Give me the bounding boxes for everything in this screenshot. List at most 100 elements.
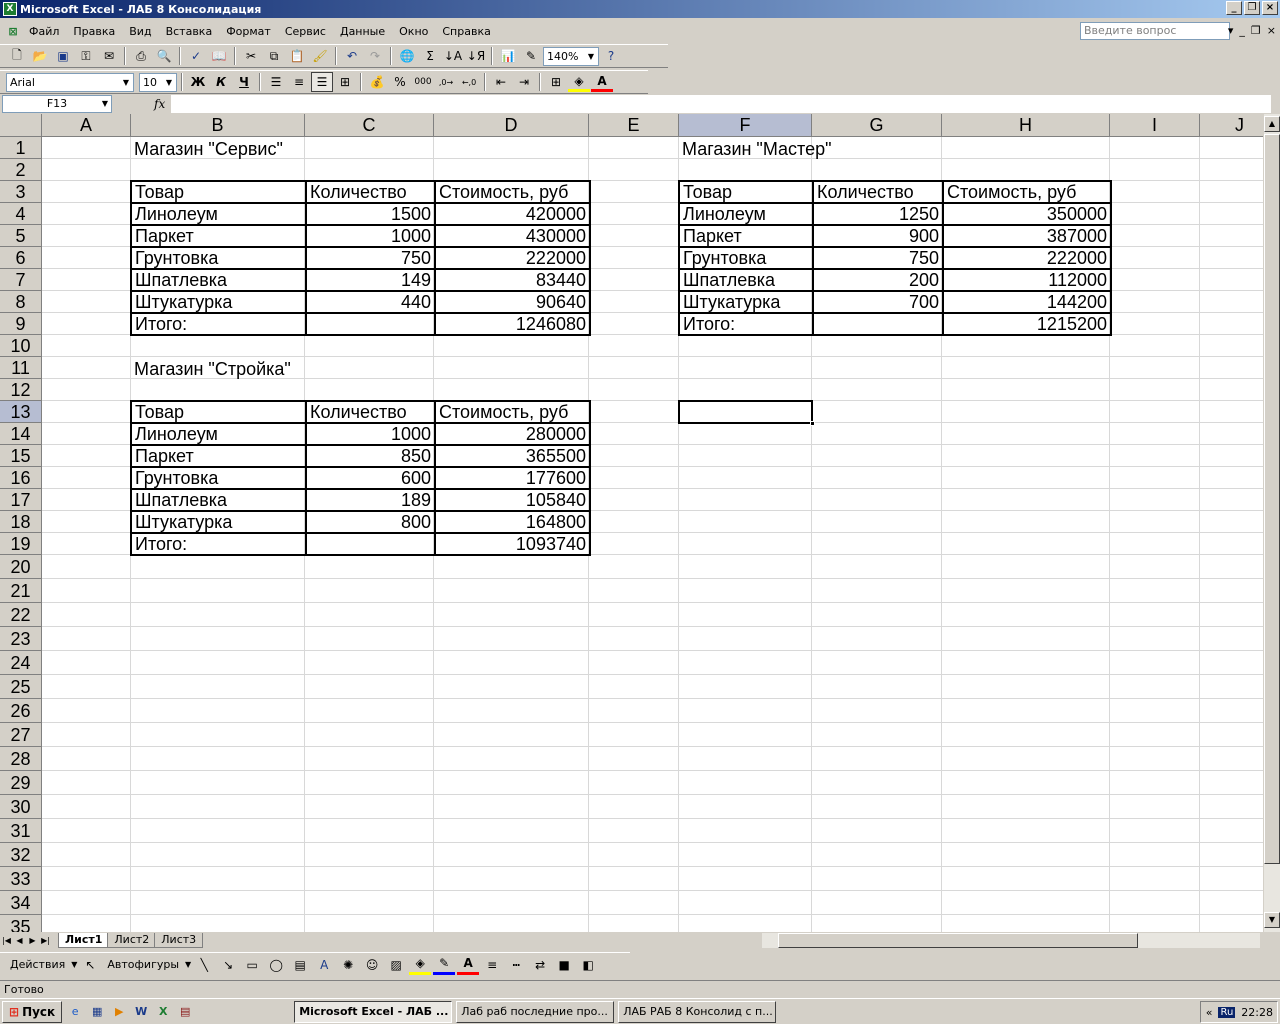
table-cell[interactable]: 600 bbox=[305, 466, 436, 490]
decrease-decimal-icon[interactable]: ←,0 bbox=[458, 72, 480, 92]
row-header-4[interactable]: 4 bbox=[0, 203, 42, 225]
row-header-2[interactable]: 2 bbox=[0, 159, 42, 181]
table-cell[interactable]: 177600 bbox=[434, 466, 591, 490]
select-objects-icon[interactable]: ↖ bbox=[79, 955, 101, 975]
chevron-down-icon[interactable]: ▼ bbox=[163, 75, 175, 90]
table-cell[interactable]: 850 bbox=[305, 444, 436, 468]
help-question-input[interactable]: Введите вопрос bbox=[1080, 22, 1230, 40]
line-color-icon[interactable]: ✎ bbox=[433, 955, 456, 975]
row-header-28[interactable]: 28 bbox=[0, 747, 42, 771]
excel-icon[interactable]: X bbox=[154, 1003, 172, 1021]
chevron-down-icon[interactable]: ▼ bbox=[185, 960, 191, 969]
increase-decimal-icon[interactable]: ,0→ bbox=[435, 72, 457, 92]
print-preview-icon[interactable]: 🔍 bbox=[153, 46, 175, 66]
fill-color-icon[interactable]: ◈ bbox=[409, 955, 432, 975]
table-cell[interactable]: Грунтовка bbox=[130, 466, 307, 490]
row-header-31[interactable]: 31 bbox=[0, 819, 42, 843]
table-cell[interactable]: 105840 bbox=[434, 488, 591, 512]
media-player-icon[interactable]: ▶ bbox=[110, 1003, 128, 1021]
picture-icon[interactable]: ▨ bbox=[385, 955, 407, 975]
textbox-icon[interactable]: ▤ bbox=[289, 955, 311, 975]
chevron-down-icon[interactable]: ▼ bbox=[102, 96, 108, 112]
row-header-26[interactable]: 26 bbox=[0, 699, 42, 723]
table-cell[interactable]: Шпатлевка bbox=[130, 488, 307, 512]
decrease-indent-icon[interactable]: ⇤ bbox=[490, 72, 512, 92]
3d-icon[interactable]: ◧ bbox=[577, 955, 599, 975]
undo-icon[interactable]: ↶ bbox=[341, 46, 363, 66]
insert-function-icon[interactable]: fx bbox=[154, 97, 165, 111]
menu-window[interactable]: Окно bbox=[392, 25, 435, 38]
ie-icon[interactable]: e bbox=[66, 1003, 84, 1021]
align-right-icon[interactable]: ☰ bbox=[311, 72, 333, 92]
prev-sheet-icon[interactable]: ◀ bbox=[13, 936, 26, 945]
new-icon[interactable]: 🗋 bbox=[6, 46, 28, 66]
row-header-6[interactable]: 6 bbox=[0, 247, 42, 269]
table-cell[interactable]: 1000 bbox=[305, 224, 436, 248]
minimize-button[interactable]: _ bbox=[1226, 1, 1242, 15]
arrow-style-icon[interactable]: ⇄ bbox=[529, 955, 551, 975]
vertical-scroll-thumb[interactable] bbox=[1264, 134, 1280, 864]
row-header-25[interactable]: 25 bbox=[0, 675, 42, 699]
increase-indent-icon[interactable]: ⇥ bbox=[513, 72, 535, 92]
sort-ascending-icon[interactable]: ↓A bbox=[442, 46, 464, 66]
table-cell[interactable]: 1093740 bbox=[434, 532, 591, 556]
menu-format[interactable]: Формат bbox=[219, 25, 278, 38]
table-cell[interactable]: 420000 bbox=[434, 202, 591, 226]
active-cell-f13[interactable] bbox=[678, 400, 815, 426]
table-cell[interactable]: Паркет bbox=[130, 224, 307, 248]
row-header-33[interactable]: 33 bbox=[0, 867, 42, 891]
excel-app-icon[interactable]: X bbox=[3, 2, 17, 16]
percent-icon[interactable]: % bbox=[389, 72, 411, 92]
open-icon[interactable]: 📂 bbox=[29, 46, 51, 66]
table-cell[interactable]: Линолеум bbox=[678, 202, 814, 226]
menu-insert[interactable]: Вставка bbox=[159, 25, 220, 38]
doc-close-button[interactable]: × bbox=[1267, 24, 1276, 37]
tray-expand-icon[interactable]: « bbox=[1206, 1006, 1213, 1019]
table-header-cell[interactable]: Количество bbox=[812, 180, 944, 204]
table-header-cell[interactable]: Товар bbox=[130, 180, 307, 204]
vertical-scrollbar[interactable]: ▲ ▼ bbox=[1263, 114, 1280, 932]
table-cell[interactable]: Линолеум bbox=[130, 422, 307, 446]
table-cell[interactable]: 1215200 bbox=[942, 312, 1112, 336]
menu-data[interactable]: Данные bbox=[333, 25, 392, 38]
table-header-cell[interactable]: Товар bbox=[678, 180, 814, 204]
column-header-h[interactable]: H bbox=[942, 114, 1110, 137]
font-size-select[interactable]: 10 ▼ bbox=[139, 72, 177, 92]
next-sheet-icon[interactable]: ▶ bbox=[26, 936, 39, 945]
menu-tools[interactable]: Сервис bbox=[278, 25, 333, 38]
word-icon[interactable]: W bbox=[132, 1003, 150, 1021]
autosum-icon[interactable]: Σ bbox=[419, 46, 441, 66]
close-button[interactable]: × bbox=[1262, 1, 1278, 15]
doc-minimize-icon[interactable]: ▾ bbox=[1228, 24, 1234, 37]
store-title-master[interactable]: Магазин "Мастер" bbox=[679, 138, 834, 160]
horizontal-scrollbar[interactable] bbox=[762, 933, 1260, 948]
row-header-5[interactable]: 5 bbox=[0, 225, 42, 247]
row-header-17[interactable]: 17 bbox=[0, 489, 42, 511]
help-icon[interactable]: ? bbox=[600, 46, 622, 66]
underline-icon[interactable]: Ч bbox=[233, 72, 255, 92]
table-cell[interactable]: 200 bbox=[812, 268, 944, 292]
table-cell[interactable]: Штукатурка bbox=[130, 290, 307, 314]
store-title-stroyka[interactable]: Магазин "Стройка" bbox=[131, 358, 294, 380]
row-header-22[interactable]: 22 bbox=[0, 603, 42, 627]
table-cell[interactable]: 83440 bbox=[434, 268, 591, 292]
rectangle-icon[interactable]: ▭ bbox=[241, 955, 263, 975]
excel-doc-icon[interactable]: ⊠ bbox=[4, 22, 22, 40]
row-header-13[interactable]: 13 bbox=[0, 401, 42, 423]
actions-menu[interactable]: Действия bbox=[6, 958, 69, 971]
menu-help[interactable]: Справка bbox=[435, 25, 497, 38]
sheet-tab-2[interactable]: Лист2 bbox=[107, 933, 157, 948]
scroll-up-icon[interactable]: ▲ bbox=[1264, 116, 1280, 132]
drawing-toggle-icon[interactable]: ✎ bbox=[520, 46, 542, 66]
diagram-icon[interactable]: ✺ bbox=[337, 955, 359, 975]
italic-icon[interactable]: К bbox=[210, 72, 232, 92]
table-cell[interactable]: Грунтовка bbox=[678, 246, 814, 270]
table-cell[interactable]: 144200 bbox=[942, 290, 1112, 314]
first-sheet-icon[interactable]: |◀ bbox=[0, 936, 13, 945]
font-color-icon[interactable]: A bbox=[457, 955, 480, 975]
column-header-b[interactable]: B bbox=[131, 114, 305, 137]
table-cell[interactable]: 222000 bbox=[942, 246, 1112, 270]
menu-view[interactable]: Вид bbox=[122, 25, 158, 38]
doc-minimize-button[interactable]: _ bbox=[1239, 24, 1245, 37]
row-header-27[interactable]: 27 bbox=[0, 723, 42, 747]
